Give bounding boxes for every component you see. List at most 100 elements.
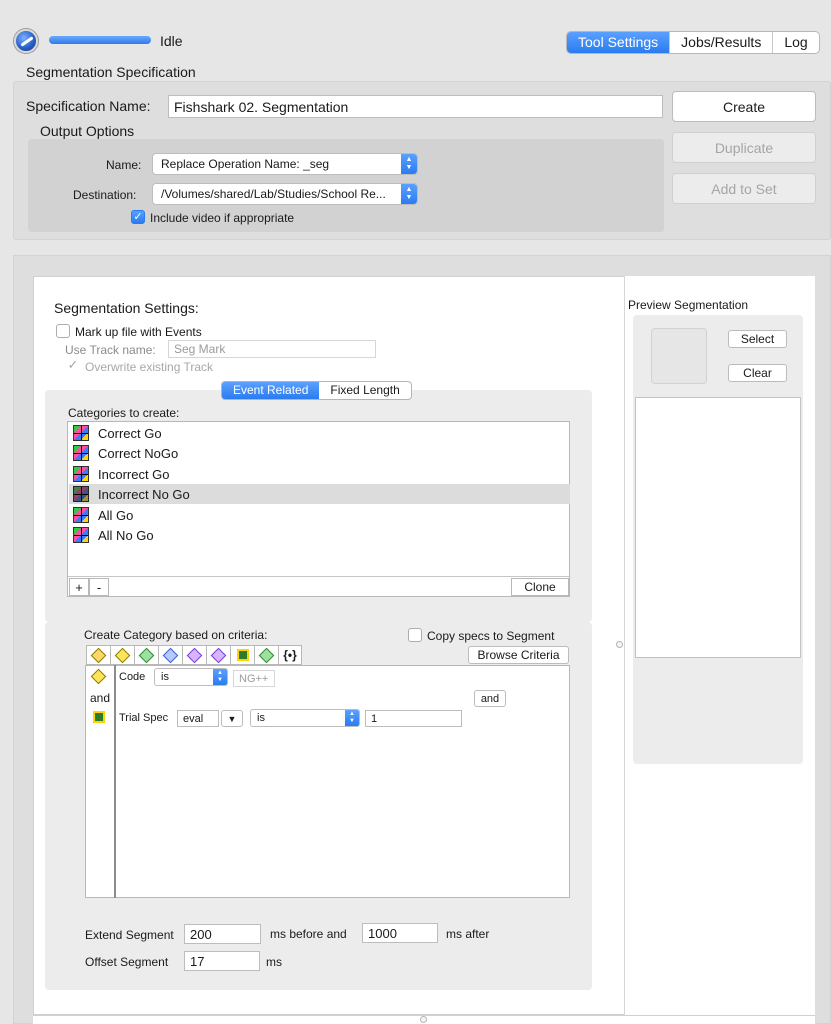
destination-label: Destination:: [73, 188, 137, 202]
category-icon: [73, 486, 89, 502]
extend-segment-label: Extend Segment: [85, 928, 174, 942]
category-icon: [73, 425, 89, 441]
and-gutter-label: and: [90, 691, 111, 705]
seg-settings-title: Segmentation Settings:: [54, 300, 199, 316]
select-button[interactable]: Select: [728, 330, 787, 348]
tab-fixed-length[interactable]: Fixed Length: [319, 382, 410, 399]
markup-label: Mark up file with Events: [75, 325, 202, 339]
category-label: Correct Go: [98, 425, 162, 441]
spec-operator-value: is: [257, 712, 265, 724]
category-label: Incorrect No Go: [98, 486, 190, 502]
spec-icon[interactable]: [182, 645, 206, 665]
progress-fill: [49, 36, 151, 44]
signal-icon[interactable]: [254, 645, 278, 665]
markup-checkbox[interactable]: [56, 324, 70, 338]
extend-before-input[interactable]: 200: [184, 924, 261, 944]
tab-tool-settings[interactable]: Tool Settings: [567, 32, 670, 53]
cell-icon[interactable]: [158, 645, 182, 665]
tab-log[interactable]: Log: [772, 32, 818, 53]
clone-button[interactable]: Clone: [511, 578, 569, 596]
extend-after-label: ms after: [446, 927, 490, 941]
main-tabs: Tool Settings Jobs/Results Log: [566, 31, 820, 54]
destination-value: /Volumes/shared/Lab/Studies/School Re...: [161, 187, 386, 201]
bracket-icon[interactable]: {•}: [278, 645, 302, 665]
extend-after-input[interactable]: 1000: [362, 923, 438, 943]
list-item[interactable]: Correct Go: [69, 423, 570, 443]
spec-field-input[interactable]: eval: [177, 710, 219, 727]
categories-label: Categories to create:: [68, 406, 180, 420]
track-name-label: Use Track name:: [65, 343, 156, 357]
output-name-select[interactable]: Replace Operation Name: _seg ▲ ▼: [152, 153, 418, 175]
chevron-updown-icon: ▲ ▼: [401, 154, 417, 174]
extend-before-label: ms before and: [270, 927, 347, 941]
vertical-divider: [624, 276, 625, 1015]
category-label: All Go: [98, 507, 134, 523]
event-code-icon[interactable]: [110, 645, 134, 665]
offset-unit-label: ms: [266, 955, 282, 969]
chevron-down-icon[interactable]: ▼: [221, 710, 243, 727]
category-icon: [73, 507, 89, 523]
spec-section-title: Segmentation Specification: [26, 64, 196, 80]
criteria-field-trial-spec: Trial Spec: [119, 712, 169, 724]
spec-value-input[interactable]: 1: [365, 710, 462, 727]
criteria-title: Create Category based on criteria:: [84, 628, 268, 642]
category-icon: [73, 466, 89, 482]
mode-tabs: Event Related Fixed Length: [221, 381, 412, 400]
destination-select[interactable]: /Volumes/shared/Lab/Studies/School Re...…: [152, 183, 418, 205]
spec-operator-select[interactable]: is ▲ ▼: [250, 709, 360, 727]
chip-icon: [93, 711, 105, 723]
tab-jobs-results[interactable]: Jobs/Results: [669, 32, 772, 53]
track-name-input[interactable]: Seg Mark: [168, 340, 376, 358]
spec-name-input[interactable]: Fishshark 02. Segmentation: [168, 95, 663, 118]
code-operator-select[interactable]: is ▲ ▼: [154, 668, 228, 686]
overwrite-checkbox[interactable]: ✓: [66, 358, 80, 373]
copy-specs-label: Copy specs to Segment: [427, 629, 555, 643]
include-video-label: Include video if appropriate: [150, 211, 295, 225]
app-logo-icon: [14, 29, 38, 53]
offset-input[interactable]: 17: [184, 951, 260, 971]
offset-segment-label: Offset Segment: [85, 955, 169, 969]
category-label: Incorrect Go: [98, 466, 170, 482]
list-footer: + - Clone: [68, 576, 569, 596]
time-icon[interactable]: [134, 645, 158, 665]
list-item[interactable]: Incorrect No Go: [69, 484, 570, 504]
overwrite-label: Overwrite existing Track: [85, 360, 214, 374]
chevron-updown-icon: ▲ ▼: [213, 669, 227, 685]
filter-icon[interactable]: [86, 645, 110, 665]
code-value-input[interactable]: NG++: [233, 670, 275, 687]
category-label: All No Go: [98, 527, 154, 543]
criteria-toolbar: {•}: [86, 645, 302, 665]
code-operator-value: is: [161, 671, 169, 683]
category-icon: [73, 445, 89, 461]
category-icon: [73, 527, 89, 543]
add-category-button[interactable]: +: [69, 578, 89, 596]
preview-thumbnail: [651, 328, 707, 384]
key-icon[interactable]: [206, 645, 230, 665]
chevron-updown-icon: ▲ ▼: [401, 184, 417, 204]
and-button[interactable]: and: [474, 690, 506, 707]
status-label: Idle: [160, 33, 183, 49]
output-options-title: Output Options: [40, 123, 135, 139]
output-name-label: Name:: [106, 158, 142, 172]
tab-event-related[interactable]: Event Related: [222, 382, 320, 399]
copy-specs-checkbox[interactable]: [408, 628, 422, 642]
chip-icon[interactable]: [230, 645, 254, 665]
list-item[interactable]: All No Go: [69, 525, 570, 545]
clear-button[interactable]: Clear: [728, 364, 787, 382]
list-item[interactable]: All Go: [69, 505, 570, 525]
criteria-field-code: Code: [119, 671, 146, 683]
remove-category-button[interactable]: -: [89, 578, 109, 596]
progress-bar: [49, 36, 151, 44]
list-item[interactable]: Correct NoGo: [69, 443, 570, 463]
duplicate-button[interactable]: Duplicate: [672, 132, 816, 163]
preview-title: Preview Segmentation: [628, 298, 749, 312]
splitter-handle[interactable]: [616, 641, 623, 648]
splitter-handle[interactable]: [420, 1016, 427, 1023]
preview-list: [635, 397, 801, 658]
browse-criteria-button[interactable]: Browse Criteria: [468, 646, 569, 664]
category-label: Correct NoGo: [98, 445, 179, 461]
create-button[interactable]: Create: [672, 91, 816, 122]
list-item[interactable]: Incorrect Go: [69, 464, 570, 484]
add-to-set-button[interactable]: Add to Set: [672, 173, 816, 204]
include-video-checkbox[interactable]: ✓: [131, 210, 145, 224]
